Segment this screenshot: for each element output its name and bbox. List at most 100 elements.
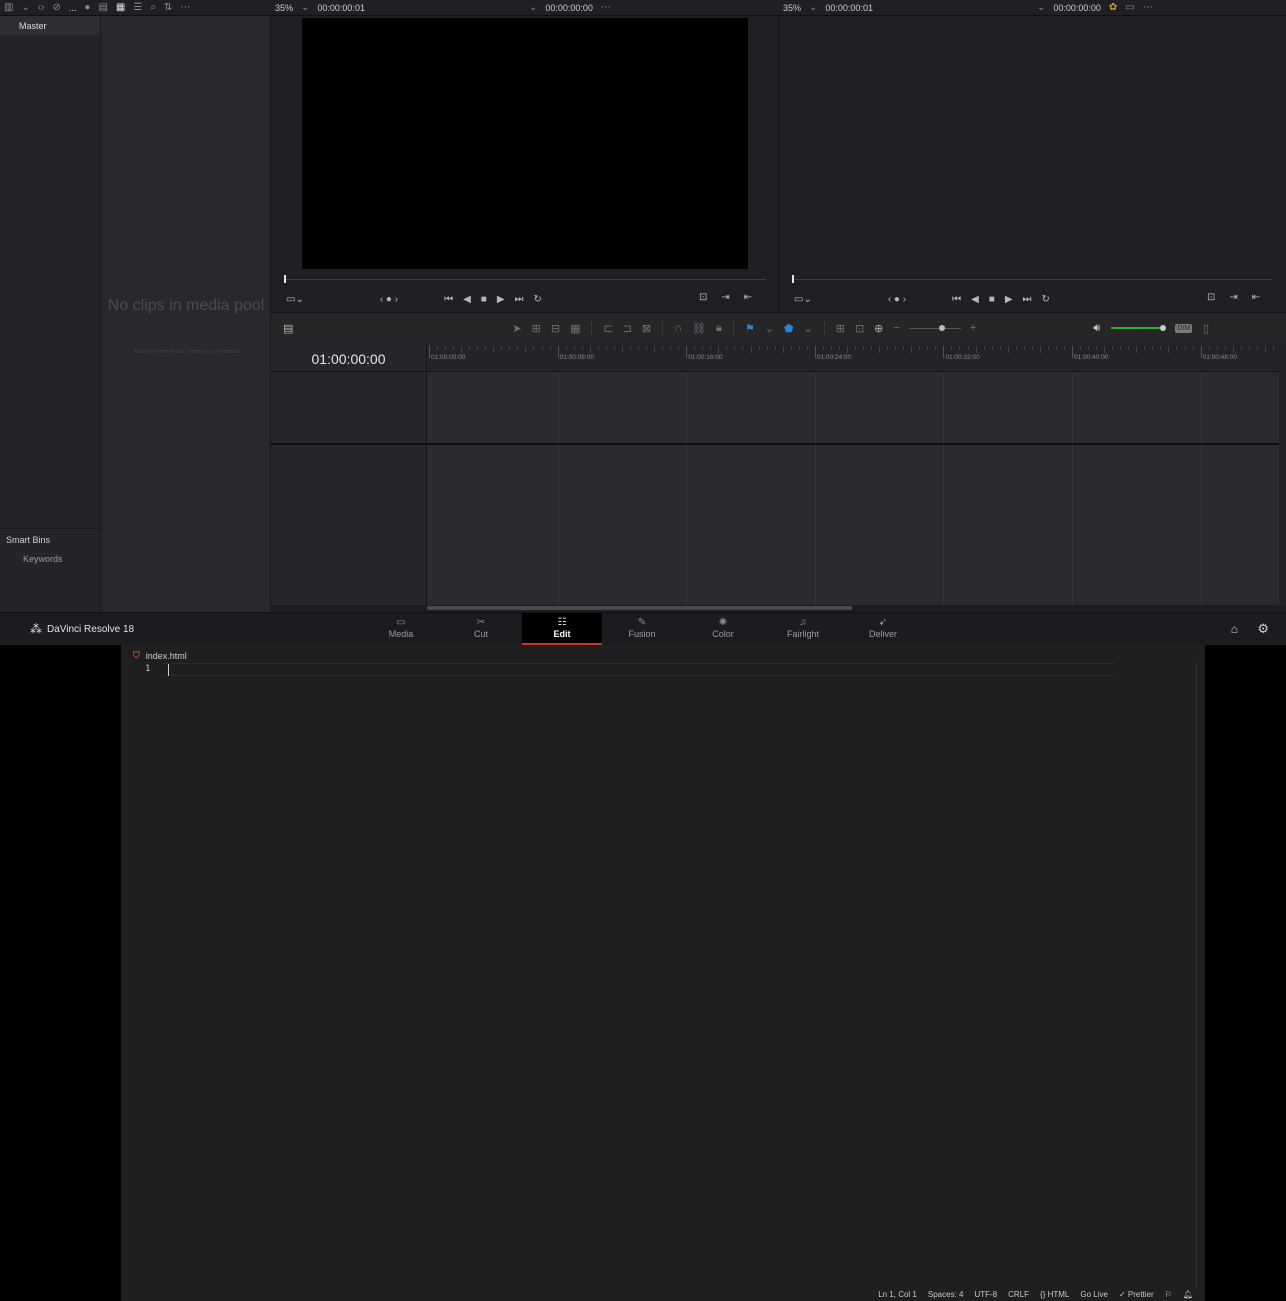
play-icon[interactable]: ▶ — [497, 294, 505, 305]
blade-tool-icon[interactable]: ▦ — [570, 322, 580, 335]
audio-meter-icon[interactable]: ▯ — [1203, 322, 1209, 335]
jog-icon[interactable]: ‹ ● › — [888, 294, 906, 305]
stop-icon[interactable]: ■ — [481, 294, 487, 305]
detail-zoom-icon[interactable]: ⊡ — [855, 322, 864, 335]
viewer-mode-icon[interactable]: ▭ — [1125, 0, 1134, 16]
more-options-button[interactable]: ... — [69, 3, 77, 13]
timeline-ruler[interactable]: 01:00:00:00 01:00:08:00 01:00:16:00 01:00:2… — [427, 344, 1286, 372]
volume-icon[interactable]: 🔊︎ — [1093, 322, 1100, 335]
code-icon[interactable]: ‹› — [38, 0, 45, 16]
zoom-in-icon[interactable]: + — [970, 322, 976, 334]
source-zoom-select[interactable]: 35% — [275, 3, 293, 13]
page-tab-edit[interactable]: ☷ Edit — [522, 613, 602, 645]
mark-in-icon[interactable]: ⇥ — [1229, 292, 1237, 303]
editor-tab[interactable]: ⛉ index.html — [133, 650, 187, 661]
notifications-icon[interactable]: 🔔︎ — [1183, 1290, 1193, 1299]
viewer-options-icon[interactable]: ▭⌄ — [794, 294, 812, 305]
play-icon[interactable]: ▶ — [1005, 294, 1013, 305]
match-frame-icon[interactable]: ⊡ — [699, 292, 707, 303]
play-reverse-icon[interactable]: ◀ — [463, 294, 471, 305]
chevron-down-icon[interactable]: ⌄ — [804, 322, 813, 335]
jog-icon[interactable]: ‹ ● › — [380, 294, 398, 305]
mark-in-icon[interactable]: ⇥ — [721, 292, 729, 303]
panel-layout-icon[interactable]: ▥ — [4, 0, 13, 16]
mark-out-icon[interactable]: ⇤ — [1252, 292, 1260, 303]
dynamic-trim-icon[interactable]: ⊟ — [551, 322, 560, 335]
page-tab-media[interactable]: ▭ Media — [361, 613, 441, 645]
more-icon[interactable]: ⋯ — [180, 0, 190, 16]
page-tab-fairlight[interactable]: ♫ Fairlight — [763, 613, 843, 645]
feedback-icon[interactable]: ⚐ — [1165, 1290, 1172, 1299]
volume-slider[interactable] — [1111, 325, 1167, 331]
timeline-view-options-icon[interactable]: ▤ — [283, 322, 293, 335]
timeline-select-chevron-icon[interactable]: ⌄ — [1037, 0, 1045, 16]
sort-icon[interactable]: ⇅ — [164, 0, 172, 16]
media-pool[interactable]: No clips in media pool Add clips from Me… — [101, 16, 271, 612]
page-tab-color[interactable]: ✺ Color — [683, 613, 763, 645]
status-language[interactable]: {} HTML — [1040, 1290, 1069, 1299]
source-video-frame[interactable] — [302, 18, 748, 269]
viewer-options-icon[interactable]: ▭⌄ — [286, 294, 304, 305]
keywords-bin[interactable]: Keywords — [0, 545, 100, 564]
custom-zoom-icon[interactable]: ⊕ — [874, 322, 883, 335]
timeline-tracks[interactable]: 01:00:00:00 01:00:08:00 01:00:16:00 01:00:2… — [427, 344, 1286, 606]
clip-select-chevron-icon[interactable]: ⌄ — [529, 0, 537, 16]
chevron-down-icon[interactable]: ⌄ — [301, 0, 309, 16]
page-tab-fusion[interactable]: ✎ Fusion — [602, 613, 682, 645]
go-to-end-icon[interactable]: ⏭ — [1023, 294, 1032, 305]
smart-bins-heading[interactable]: Smart Bins — [0, 529, 100, 545]
timeline-timecode-display[interactable]: 01:00:00:00 — [271, 344, 426, 372]
replace-clip-icon[interactable]: ⊠ — [642, 322, 651, 335]
filmstrip-view-icon[interactable]: ▤ — [98, 0, 107, 16]
gear-icon[interactable]: ⚙ — [1257, 621, 1269, 637]
selection-tool-icon[interactable]: ➤ — [512, 322, 521, 335]
chevron-down-icon[interactable]: ⌄ — [21, 0, 29, 16]
go-to-start-icon[interactable]: ⏮ — [952, 294, 961, 305]
page-tab-cut[interactable]: ✂ Cut — [441, 613, 521, 645]
source-playhead[interactable] — [284, 275, 286, 283]
video-audio-divider[interactable] — [271, 443, 1286, 445]
status-encoding[interactable]: UTF-8 — [974, 1290, 997, 1299]
source-scrubber[interactable] — [284, 279, 766, 280]
dim-button[interactable]: DIM — [1175, 323, 1193, 333]
linked-selection-icon[interactable]: ⛓ — [692, 322, 706, 335]
timeline-horizontal-scrollbar[interactable] — [271, 605, 1286, 612]
match-frame-icon[interactable]: ⊡ — [1207, 292, 1215, 303]
editor-scrollbar[interactable] — [1196, 663, 1197, 1289]
chevron-down-icon[interactable]: ⌄ — [765, 322, 774, 335]
marker-icon[interactable]: ⬟ — [784, 322, 794, 335]
thumbnail-view-icon[interactable]: ▦ — [116, 0, 125, 16]
status-go-live[interactable]: Go Live — [1080, 1290, 1108, 1299]
more-icon[interactable]: ⋯ — [1143, 0, 1153, 16]
status-indentation[interactable]: Spaces: 4 — [928, 1290, 964, 1299]
more-icon[interactable]: ⋯ — [601, 0, 611, 16]
page-tab-deliver[interactable]: ➹ Deliver — [843, 613, 923, 645]
zoom-out-icon[interactable]: − — [893, 322, 899, 334]
mark-out-icon[interactable]: ⇤ — [744, 292, 752, 303]
stop-icon[interactable]: ■ — [989, 294, 995, 305]
chevron-down-icon[interactable]: ⌄ — [809, 0, 817, 16]
go-to-start-icon[interactable]: ⏮ — [444, 294, 453, 305]
full-extent-zoom-icon[interactable]: ⊞ — [836, 322, 845, 335]
master-bin[interactable]: Master — [0, 16, 100, 35]
go-to-end-icon[interactable]: ⏭ — [515, 294, 524, 305]
status-prettier[interactable]: ✓ Prettier — [1119, 1290, 1154, 1299]
scrollbar-thumb[interactable] — [427, 606, 852, 610]
snapping-icon[interactable]: ∩ — [674, 322, 682, 334]
list-view-icon[interactable]: ☰ — [133, 0, 142, 16]
status-line-ending[interactable]: CRLF — [1008, 1290, 1029, 1299]
home-icon[interactable]: ⌂ — [1231, 622, 1238, 636]
zoom-slider[interactable] — [908, 324, 961, 331]
trim-tool-icon[interactable]: ⊞ — [532, 322, 541, 335]
timeline-vertical-scrollbar[interactable] — [1279, 344, 1286, 606]
loop-icon[interactable]: ↻ — [1042, 294, 1050, 305]
flag-icon[interactable]: ⚑ — [745, 322, 755, 335]
dot-icon[interactable]: ● — [84, 0, 90, 16]
position-lock-icon[interactable]: 🔒︎ — [716, 322, 722, 335]
insert-clip-icon[interactable]: ⊏ — [603, 322, 612, 335]
status-cursor-position[interactable]: Ln 1, Col 1 — [878, 1290, 917, 1299]
search-icon[interactable]: ⌕ — [150, 0, 156, 16]
timeline-playhead[interactable] — [792, 275, 794, 283]
link-icon[interactable]: ⊘ — [53, 0, 61, 16]
play-reverse-icon[interactable]: ◀ — [971, 294, 979, 305]
